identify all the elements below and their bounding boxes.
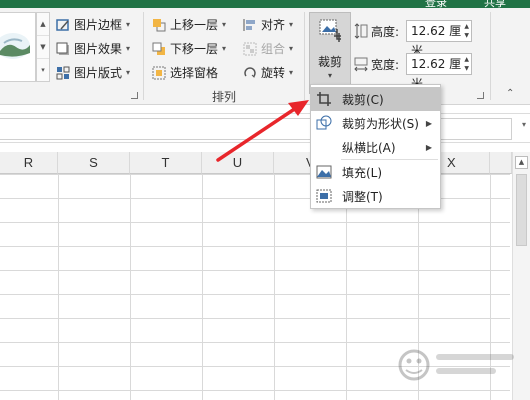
column-header-R[interactable]: R (0, 152, 58, 174)
picture-border-button[interactable]: 图片边框 ▾ (56, 16, 130, 33)
selection-pane-button[interactable]: 选择窗格 (152, 64, 218, 81)
rotate-button[interactable]: 旋转 ▾ (243, 64, 293, 81)
align-icon (243, 18, 257, 32)
width-row: 宽度: 12.62 厘米 ▲▼ (354, 53, 472, 91)
menu-item-crop[interactable]: 裁剪(C) (311, 87, 440, 111)
watermark-logo-icon (392, 340, 522, 390)
scroll-thumb[interactable] (516, 174, 527, 246)
send-backward-button[interactable]: 下移一层 ▾ (152, 40, 226, 57)
width-icon (354, 56, 368, 72)
crop-icon (316, 91, 332, 107)
group-divider (490, 12, 491, 100)
gallery-up-icon[interactable]: ▲ (37, 13, 49, 36)
crop-to-shape-icon (316, 115, 332, 131)
width-spinner[interactable]: ▲ ▼ (464, 55, 469, 73)
column-header-T[interactable]: T (130, 152, 202, 174)
size-launcher-icon[interactable] (477, 92, 484, 99)
picture-layout-button[interactable]: 图片版式 ▾ (56, 64, 130, 81)
crop-chevron-down-icon: ▾ (327, 71, 332, 80)
menu-item-fill[interactable]: 填充(L) (311, 160, 440, 184)
crop-label: 裁剪 (317, 55, 342, 69)
bring-forward-button[interactable]: 上移一层 ▾ (152, 16, 226, 33)
fit-icon (316, 188, 332, 204)
bring-forward-icon (152, 18, 166, 32)
picture-styles-gallery[interactable] (0, 12, 36, 82)
width-input[interactable]: 12.62 厘米 ▲▼ (406, 53, 472, 91)
picture-styles-launcher-icon[interactable] (131, 92, 138, 99)
gallery-more-icon[interactable]: ▾ (37, 59, 49, 82)
scroll-up-icon[interactable]: ▲ (515, 156, 528, 169)
group-objects-button[interactable]: 组合 ▾ (243, 40, 293, 57)
height-row: 高度: 12.62 厘米 ▲ ▼ (354, 20, 472, 58)
group-divider (143, 12, 144, 100)
crop-menu: 裁剪(C) 裁剪为形状(S) ▶ 纵横比(A) ▶ 填充(L) 调整(T) (310, 84, 441, 209)
group-divider (304, 12, 305, 100)
picture-layout-icon (56, 66, 70, 80)
menu-item-crop-to-shape[interactable]: 裁剪为形状(S) ▶ (311, 111, 440, 135)
column-header-U[interactable]: U (202, 152, 274, 174)
rotate-icon (243, 66, 257, 80)
formula-bar: ▾ (0, 113, 530, 143)
column-header-S[interactable]: S (58, 152, 130, 174)
submenu-arrow-icon: ▶ (425, 142, 432, 152)
selection-pane-icon (152, 66, 166, 80)
column-header-next[interactable] (490, 152, 512, 174)
send-backward-icon (152, 42, 166, 56)
submenu-arrow-icon: ▶ (425, 118, 432, 128)
picture-effects-button[interactable]: 图片效果 ▾ (56, 40, 130, 57)
ribbon: ▲ ▼ ▾ 图片边框▾ 图片效果▾ 图片版式▾ 上移一层▾ 下移一层▾ (0, 8, 530, 105)
gallery-scroll[interactable]: ▲ ▼ ▾ (36, 12, 50, 82)
menu-item-fit[interactable]: 调整(T) (311, 184, 440, 208)
title-bar: 登录 共享 (0, 0, 530, 9)
menu-item-aspect-ratio[interactable]: 纵横比(A) ▶ (311, 135, 440, 159)
expand-formula-bar-icon[interactable]: ▾ (522, 120, 526, 129)
group-objects-icon (243, 42, 257, 56)
height-input[interactable]: 12.62 厘米 ▲ ▼ (406, 20, 472, 58)
fill-icon (316, 164, 332, 180)
crop-dropdown-button[interactable]: 裁剪 ▾ (309, 12, 351, 94)
picture-border-icon (56, 18, 70, 32)
picture-style-thumbnail-icon (0, 33, 30, 59)
align-button[interactable]: 对齐 ▾ (243, 16, 293, 33)
crop-picture-icon (319, 19, 341, 42)
height-icon (354, 23, 368, 39)
arrange-group-label: 排列 (212, 90, 237, 104)
collapse-ribbon-icon[interactable]: ⌃ (506, 88, 514, 99)
height-spinner[interactable]: ▲ ▼ (464, 22, 469, 40)
gallery-down-icon[interactable]: ▼ (37, 36, 49, 59)
picture-effects-icon (56, 42, 70, 56)
